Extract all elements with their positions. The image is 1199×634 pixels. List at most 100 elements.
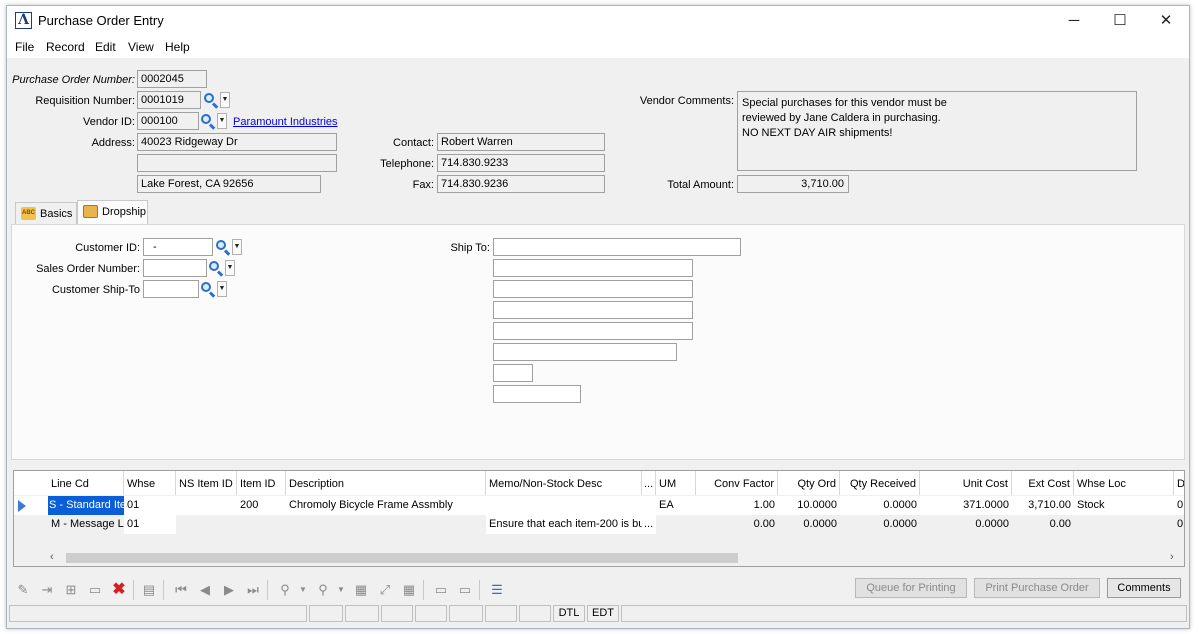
row-d[interactable]: 0 [1174, 496, 1184, 515]
requisition-lookup-icon[interactable] [203, 92, 219, 109]
find-dropdown-icon[interactable]: ▼ [295, 582, 311, 598]
customer-id-field[interactable]: - [143, 238, 213, 256]
requisition-dropdown-icon[interactable]: ▼ [220, 92, 230, 108]
menu-file[interactable]: File [15, 40, 34, 54]
vendor-name-link[interactable]: Paramount Industries [233, 116, 338, 128]
row-conv-factor[interactable]: 1.00 [696, 496, 778, 515]
row-more[interactable]: ... [642, 515, 656, 534]
ship-to-zip-field[interactable] [493, 385, 581, 403]
row-line-cd[interactable]: M - Message Lin [48, 515, 124, 534]
menu-help[interactable]: Help [165, 40, 190, 54]
horizontal-scrollbar[interactable]: ‹ › [14, 549, 1184, 566]
col-memo[interactable]: Memo/Non-Stock Desc [486, 471, 642, 495]
row-whse-loc[interactable] [1074, 515, 1174, 534]
save-icon[interactable]: ▤ [141, 582, 157, 598]
row-qty-ord[interactable]: 10.0000 [778, 496, 840, 515]
col-line-cd[interactable]: Line Cd [48, 471, 124, 495]
fax-field[interactable]: 714.830.9236 [437, 175, 605, 193]
ship-to-address3-field[interactable] [493, 301, 693, 319]
row-memo[interactable] [486, 496, 642, 515]
line-comment-icon[interactable]: ▭ [87, 582, 103, 598]
append-line-icon[interactable]: ⊞ [63, 582, 79, 598]
row-ns-item-id[interactable] [176, 496, 237, 515]
col-ns-item-id[interactable]: NS Item ID [176, 471, 237, 495]
menu-view[interactable]: View [128, 40, 154, 54]
sales-order-field[interactable] [143, 259, 207, 277]
col-um[interactable]: UM [656, 471, 696, 495]
row-um[interactable]: EA [656, 496, 696, 515]
row-ext-cost[interactable]: 3,710.00 [1012, 496, 1074, 515]
col-qty-ord[interactable]: Qty Ord [778, 471, 840, 495]
sales-order-dropdown-icon[interactable]: ▼ [225, 260, 235, 276]
row-d[interactable]: 0 [1174, 515, 1184, 534]
table-icon[interactable]: ▦ [401, 582, 417, 598]
ship-to-address1-field[interactable] [493, 259, 693, 277]
new-line-icon[interactable]: ✎ [15, 582, 31, 598]
insert-line-icon[interactable]: ⇥ [39, 582, 55, 598]
po-number-field[interactable]: 0002045 [137, 70, 207, 88]
search-dropdown-icon[interactable]: ▼ [333, 582, 349, 598]
col-ext-cost[interactable]: Ext Cost [1012, 471, 1074, 495]
row-qty-ord[interactable]: 0.0000 [778, 515, 840, 534]
col-d[interactable]: D [1174, 471, 1184, 495]
row-conv-factor[interactable]: 0.00 [696, 515, 778, 534]
vendor-comments-box[interactable]: Special purchases for this vendor must b… [737, 91, 1137, 171]
col-unit-cost[interactable]: Unit Cost [920, 471, 1012, 495]
ship-to-address2-field[interactable] [493, 280, 693, 298]
row-unit-cost[interactable]: 0.0000 [920, 515, 1012, 534]
print-icon[interactable]: ▭ [433, 582, 449, 598]
telephone-field[interactable]: 714.830.9233 [437, 154, 605, 172]
row-whse-loc[interactable]: Stock [1074, 496, 1174, 515]
row-description[interactable] [286, 515, 486, 534]
grid-view-icon[interactable]: ▦ [353, 582, 369, 598]
close-button[interactable]: ✕ [1143, 6, 1189, 36]
customer-lookup-icon[interactable] [215, 239, 231, 256]
table-row[interactable]: S - Standard Ite 01 200 Chromoly Bicycle… [14, 496, 1184, 515]
preview-icon[interactable]: ▭ [457, 582, 473, 598]
ship-to-city-field[interactable] [493, 343, 677, 361]
row-more[interactable] [642, 496, 656, 515]
row-item-id[interactable]: 200 [237, 496, 286, 515]
first-record-icon[interactable]: ⏮ [173, 582, 189, 598]
vendor-id-field[interactable]: 000100 [137, 112, 199, 130]
col-conv-factor[interactable]: Conv Factor [696, 471, 778, 495]
address-line2-field[interactable] [137, 154, 337, 172]
row-whse[interactable]: 01 [124, 515, 176, 534]
menu-edit[interactable]: Edit [95, 40, 116, 54]
ship-to-lookup-icon[interactable] [200, 281, 216, 298]
comments-button[interactable]: Comments [1107, 578, 1181, 598]
find-binoculars-icon[interactable]: ⚲ [277, 582, 293, 598]
address-line1-field[interactable]: 40023 Ridgeway Dr [137, 133, 337, 151]
vendor-dropdown-icon[interactable]: ▼ [217, 113, 227, 129]
ship-to-name-field[interactable] [493, 238, 741, 256]
row-whse[interactable]: 01 [124, 496, 176, 515]
customer-dropdown-icon[interactable]: ▼ [232, 239, 242, 255]
row-ns-item-id[interactable] [176, 515, 237, 534]
previous-record-icon[interactable]: ◀ [197, 582, 213, 598]
next-record-icon[interactable]: ▶ [221, 582, 237, 598]
maximize-button[interactable]: ☐ [1097, 6, 1143, 36]
sales-order-lookup-icon[interactable] [208, 260, 224, 277]
menu-record[interactable]: Record [46, 40, 85, 54]
expand-icon[interactable]: ⤢ [377, 582, 393, 598]
row-description[interactable]: Chromoly Bicycle Frame Assmbly [286, 496, 486, 515]
scroll-left-icon[interactable]: ‹ [50, 550, 62, 565]
queue-for-printing-button[interactable]: Queue for Printing [855, 578, 967, 598]
ship-to-address4-field[interactable] [493, 322, 693, 340]
row-unit-cost[interactable]: 371.0000 [920, 496, 1012, 515]
row-memo[interactable]: Ensure that each item-200 is bu [486, 515, 642, 534]
row-um[interactable] [656, 515, 696, 534]
ship-to-dropdown-icon[interactable]: ▼ [217, 281, 227, 297]
row-line-cd[interactable]: S - Standard Ite [48, 496, 124, 515]
col-whse[interactable]: Whse [124, 471, 176, 495]
col-qty-received[interactable]: Qty Received [840, 471, 920, 495]
layout-icon[interactable]: ☰ [489, 582, 505, 598]
scroll-right-icon[interactable]: › [1170, 550, 1182, 565]
vendor-lookup-icon[interactable] [200, 113, 216, 130]
requisition-field[interactable]: 0001019 [137, 91, 201, 109]
minimize-button[interactable]: ─ [1051, 6, 1097, 36]
row-qty-received[interactable]: 0.0000 [840, 496, 920, 515]
col-more[interactable]: ... [642, 471, 656, 495]
customer-ship-to-field[interactable] [143, 280, 199, 298]
scrollbar-thumb[interactable] [66, 553, 738, 563]
